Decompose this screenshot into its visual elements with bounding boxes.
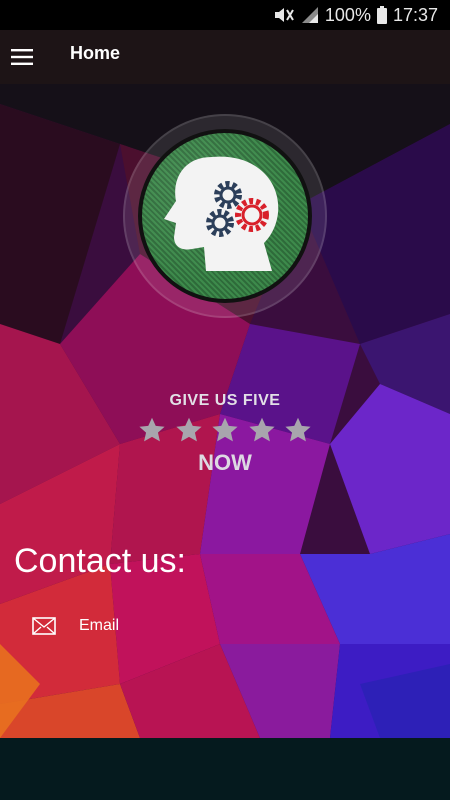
app-logo bbox=[138, 129, 312, 303]
status-bar: 100% 17:37 bbox=[0, 0, 450, 30]
star-icon[interactable] bbox=[175, 416, 203, 444]
head-gears-icon bbox=[164, 156, 279, 271]
email-contact-item[interactable]: Email bbox=[32, 614, 119, 638]
star-icon[interactable] bbox=[284, 416, 312, 444]
email-label: Email bbox=[79, 617, 120, 634]
rating-title: GIVE US FIVE bbox=[169, 392, 281, 409]
clock: 17:37 bbox=[392, 4, 438, 25]
mute-icon bbox=[273, 6, 295, 24]
signal-icon bbox=[301, 6, 319, 24]
star-icon[interactable] bbox=[211, 416, 239, 444]
envelope-icon bbox=[32, 617, 56, 635]
star-icon[interactable] bbox=[248, 416, 276, 444]
hamburger-menu-icon bbox=[11, 49, 33, 65]
page-title: Home bbox=[70, 42, 121, 63]
contact-heading: Contact us: bbox=[14, 542, 186, 580]
rating-cta[interactable]: NOW bbox=[0, 450, 450, 476]
footer-bar bbox=[0, 738, 450, 800]
battery-percent: 100% bbox=[324, 4, 371, 25]
battery-icon bbox=[376, 6, 387, 24]
star-icon[interactable] bbox=[138, 416, 166, 444]
main-content: GIVE US FIVE NOW Contact us: Email bbox=[0, 84, 450, 738]
rating-stars[interactable] bbox=[138, 416, 312, 446]
app-bar: Home bbox=[0, 30, 450, 84]
menu-button[interactable] bbox=[0, 30, 44, 84]
